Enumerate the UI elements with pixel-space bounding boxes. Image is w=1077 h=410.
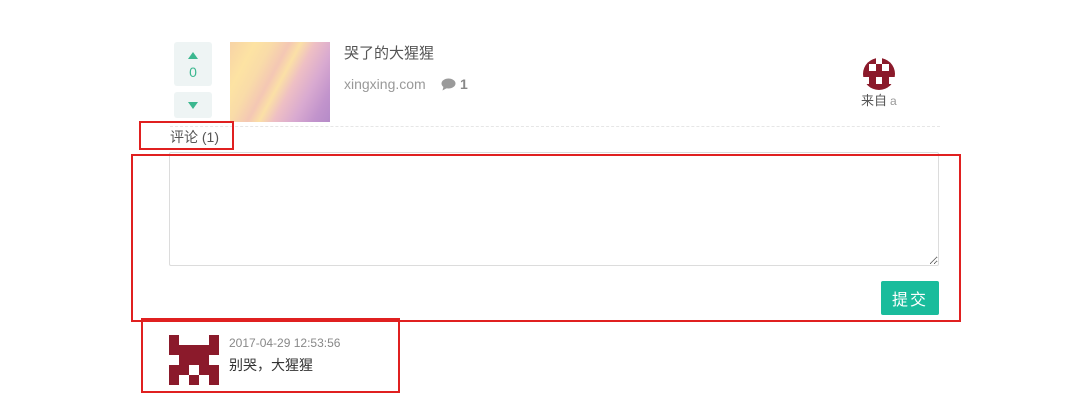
post-thumbnail[interactable] — [230, 42, 330, 122]
speech-bubble-icon — [441, 78, 456, 91]
post-domain-link[interactable]: xingxing.com — [344, 76, 426, 92]
comment-textarea[interactable] — [169, 152, 939, 266]
avatar-pixel — [189, 365, 199, 375]
vote-count: 0 — [189, 64, 197, 80]
triangle-up-icon — [188, 52, 198, 59]
avatar-pixel — [199, 355, 209, 365]
avatar-pixel — [888, 83, 895, 90]
avatar-pixel — [189, 375, 199, 385]
avatar-pixel — [199, 335, 209, 345]
avatar-pixel — [179, 335, 189, 345]
page: 0 哭了的大猩猩 xingxing.com 1 来自 a 评论 (1) 提交 20… — [0, 0, 1077, 410]
avatar-pixel — [179, 345, 189, 355]
avatar-pixel — [179, 365, 189, 375]
author-prefix: 来自 — [861, 93, 888, 108]
triangle-down-icon — [188, 102, 198, 109]
avatar-pixel — [169, 355, 179, 365]
author-avatar[interactable] — [863, 58, 895, 90]
avatar-pixel — [179, 355, 189, 365]
comment-count: 1 — [460, 76, 468, 92]
avatar-pixel — [209, 355, 219, 365]
avatar-pixel — [189, 345, 199, 355]
post-title[interactable]: 哭了的大猩猩 — [344, 45, 434, 63]
avatar-pixel — [209, 365, 219, 375]
author-name[interactable]: a — [890, 94, 897, 108]
avatar-pixel — [199, 345, 209, 355]
avatar-pixel — [189, 355, 199, 365]
avatar-pixel — [209, 335, 219, 345]
upvote-button[interactable]: 0 — [174, 42, 212, 86]
comment-avatar — [169, 335, 219, 385]
avatar-pixel — [199, 375, 209, 385]
submit-button[interactable]: 提交 — [881, 281, 939, 315]
avatar-pixel — [199, 365, 209, 375]
comment-text: 别哭，大猩猩 — [229, 357, 313, 373]
avatar-pixel — [209, 375, 219, 385]
downvote-button[interactable] — [174, 92, 212, 118]
avatar-pixel — [209, 345, 219, 355]
avatar-pixel — [169, 345, 179, 355]
comments-header: 评论 (1) — [170, 129, 219, 145]
author-line: 来自 a — [861, 93, 897, 109]
avatar-pixel — [169, 365, 179, 375]
avatar-pixel — [169, 375, 179, 385]
comment-timestamp: 2017-04-29 12:53:56 — [229, 336, 341, 350]
avatar-pixel — [169, 335, 179, 345]
divider — [170, 126, 940, 127]
avatar-pixel — [179, 375, 189, 385]
avatar-pixel — [189, 335, 199, 345]
